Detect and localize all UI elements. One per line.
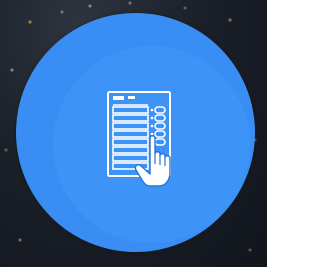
evm-ballot-unit-icon bbox=[107, 91, 171, 187]
